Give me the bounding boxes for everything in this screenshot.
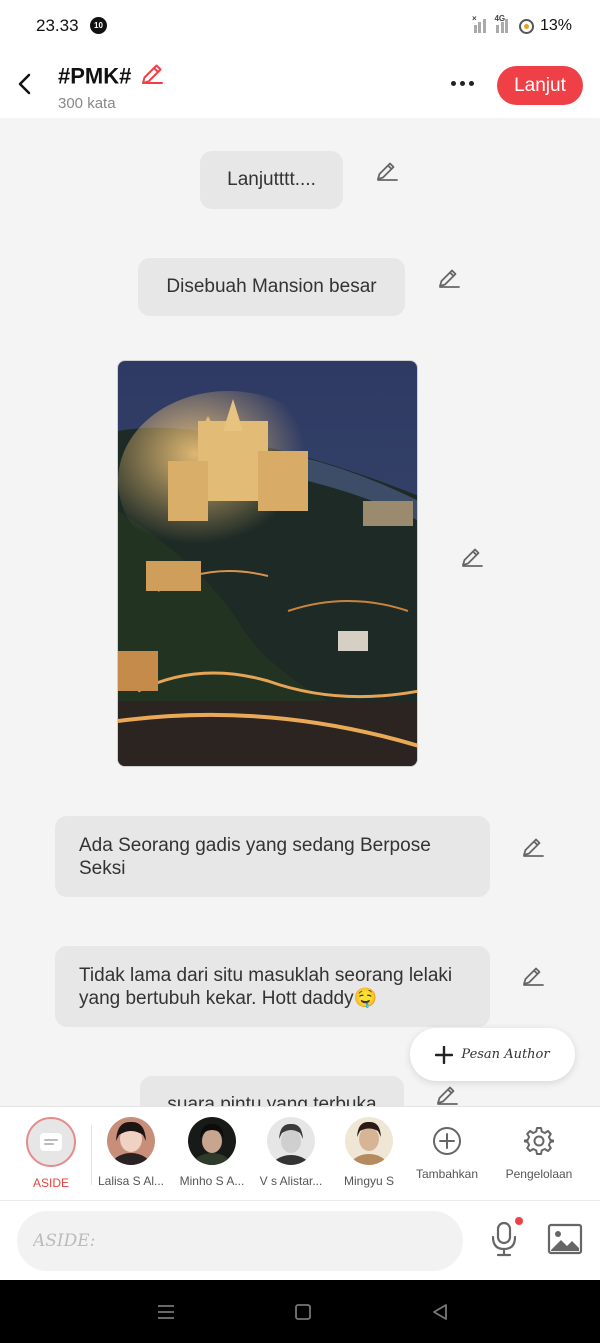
character-bar: ASIDE Lalisa S Al... Minho S A... V s Al… xyxy=(0,1106,600,1200)
character-v[interactable]: V s Alistar... xyxy=(249,1117,333,1188)
microphone-icon xyxy=(491,1217,523,1257)
image-icon xyxy=(547,1223,583,1255)
message-text: suara pintu yang terbuka xyxy=(167,1094,377,1106)
edit-message-icon[interactable] xyxy=(437,266,461,290)
avatar xyxy=(345,1117,393,1165)
chevron-left-icon xyxy=(18,73,31,95)
square-icon xyxy=(295,1304,311,1320)
back-button[interactable] xyxy=(10,66,38,102)
character-minho[interactable]: Minho S A... xyxy=(170,1117,254,1188)
character-name: Lalisa S Al... xyxy=(97,1174,165,1188)
manage-characters-label: Pengelolaan xyxy=(505,1167,573,1181)
notification-badge: 10 xyxy=(90,17,107,34)
plus-icon xyxy=(435,1045,454,1064)
message-bubble[interactable]: suara pintu yang terbuka xyxy=(140,1076,404,1106)
triangle-back-icon xyxy=(433,1304,447,1320)
message-text: Ada Seorang gadis yang sedang Berpose Se… xyxy=(79,835,431,879)
status-time: 23.33 xyxy=(36,16,79,35)
edit-message-icon[interactable] xyxy=(375,159,399,183)
edit-message-icon[interactable] xyxy=(435,1083,459,1106)
message-bubble[interactable]: Lanjutttt.... xyxy=(200,151,343,209)
add-circle-icon xyxy=(433,1127,461,1155)
add-character-label: Tambahkan xyxy=(415,1167,479,1181)
home-button[interactable] xyxy=(291,1300,315,1324)
character-name: Mingyu S xyxy=(343,1174,395,1188)
message-bubble[interactable]: Tidak lama dari situ masuklah seorang le… xyxy=(55,946,490,1027)
message-text: Lanjutttt.... xyxy=(227,169,316,190)
author-message-label: Pesan Author xyxy=(461,1047,550,1062)
message-bubble[interactable]: Disebuah Mansion besar xyxy=(138,258,405,316)
author-message-button[interactable]: Pesan Author xyxy=(410,1028,575,1081)
edit-message-icon[interactable] xyxy=(521,964,545,988)
gear-icon xyxy=(524,1127,554,1155)
castle-mansion-night-photo xyxy=(118,361,417,766)
signal-icon: × xyxy=(472,14,491,33)
character-aside[interactable]: ASIDE xyxy=(9,1117,93,1190)
edit-title-icon[interactable] xyxy=(140,62,164,91)
battery-saver-icon xyxy=(518,18,534,34)
back-nav-button[interactable] xyxy=(428,1300,452,1324)
aside-input[interactable] xyxy=(17,1211,463,1271)
edit-message-icon[interactable] xyxy=(460,545,484,569)
input-bar xyxy=(0,1200,600,1280)
status-bar: 23.33 10 × 4G 13% xyxy=(0,0,600,52)
avatar xyxy=(188,1117,236,1165)
message-text: Tidak lama dari situ masuklah seorang le… xyxy=(79,965,453,1009)
battery-percent: 13% xyxy=(539,17,572,34)
message-text: Disebuah Mansion besar xyxy=(166,276,377,297)
edit-message-icon[interactable] xyxy=(521,835,545,859)
avatar xyxy=(267,1117,315,1165)
narration-icon xyxy=(40,1133,62,1151)
continue-button[interactable]: Lanjut xyxy=(497,66,583,105)
character-name: V s Alistar... xyxy=(259,1174,323,1188)
character-name: ASIDE xyxy=(32,1176,69,1190)
aside-avatar xyxy=(26,1117,76,1167)
manage-characters-button[interactable]: Pengelolaan xyxy=(497,1117,581,1181)
status-icons: × 4G 13% xyxy=(472,14,572,37)
insert-image-button[interactable] xyxy=(546,1221,584,1257)
more-options-button[interactable] xyxy=(443,72,481,94)
message-bubble[interactable]: Ada Seorang gadis yang sedang Berpose Se… xyxy=(55,816,490,897)
header: #PMK# 300 kata Lanjut xyxy=(0,52,600,118)
menu-icon xyxy=(158,1305,174,1319)
signal-4g-icon: 4G xyxy=(494,14,513,33)
title-area[interactable]: #PMK# 300 kata xyxy=(58,62,164,112)
mansion-photo[interactable] xyxy=(117,360,418,767)
character-lalisa[interactable]: Lalisa S Al... xyxy=(89,1117,173,1188)
avatar xyxy=(107,1117,155,1165)
word-count: 300 kata xyxy=(58,95,116,112)
story-title[interactable]: #PMK# xyxy=(58,64,131,89)
add-character-button[interactable]: Tambahkan xyxy=(405,1117,489,1181)
character-mingyu[interactable]: Mingyu S xyxy=(327,1117,411,1188)
story-content[interactable]: Lanjutttt.... Disebuah Mansion besar Ada… xyxy=(0,118,600,1106)
voice-button[interactable] xyxy=(487,1217,523,1261)
character-name: Minho S A... xyxy=(179,1174,245,1188)
system-nav-bar xyxy=(0,1280,600,1343)
recent-apps-button[interactable] xyxy=(154,1300,178,1324)
